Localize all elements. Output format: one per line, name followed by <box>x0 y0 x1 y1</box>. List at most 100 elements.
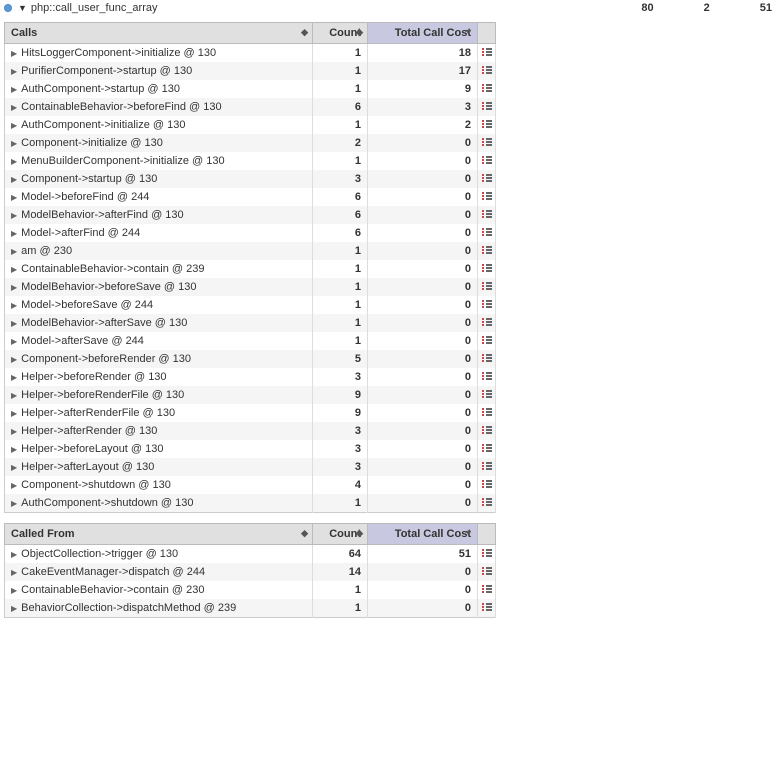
source-lines-icon[interactable] <box>482 210 492 218</box>
source-icon-cell[interactable] <box>478 386 496 404</box>
source-lines-icon[interactable] <box>482 426 492 434</box>
source-icon-cell[interactable] <box>478 599 496 618</box>
call-name[interactable]: ▶Model->afterSave @ 244 <box>5 332 313 350</box>
sort-icon[interactable]: ◆ <box>301 27 308 38</box>
calls-header-name[interactable]: Calls◆ <box>5 23 313 44</box>
source-icon-cell[interactable] <box>478 350 496 368</box>
expand-icon[interactable]: ▶ <box>11 586 17 595</box>
call-name[interactable]: ▶Helper->afterRender @ 130 <box>5 422 313 440</box>
call-name[interactable]: ▶HitsLoggerComponent->initialize @ 130 <box>5 44 313 63</box>
sort-icon[interactable]: ◆ <box>356 27 363 38</box>
expand-icon[interactable]: ▶ <box>11 139 17 148</box>
call-name[interactable]: ▶PurifierComponent->startup @ 130 <box>5 62 313 80</box>
source-icon-cell[interactable] <box>478 422 496 440</box>
call-name[interactable]: ▶Helper->beforeRender @ 130 <box>5 368 313 386</box>
expand-icon[interactable]: ▶ <box>11 229 17 238</box>
source-lines-icon[interactable] <box>482 354 492 362</box>
source-lines-icon[interactable] <box>482 156 492 164</box>
call-name[interactable]: ▶ModelBehavior->beforeSave @ 130 <box>5 278 313 296</box>
table-row[interactable]: ▶Model->afterFind @ 24460 <box>5 224 496 242</box>
call-name[interactable]: ▶ContainableBehavior->beforeFind @ 130 <box>5 98 313 116</box>
call-name[interactable]: ▶BehaviorCollection->dispatchMethod @ 23… <box>5 599 313 618</box>
expand-icon[interactable]: ▶ <box>11 121 17 130</box>
source-icon-cell[interactable] <box>478 332 496 350</box>
table-row[interactable]: ▶Model->afterSave @ 24410 <box>5 332 496 350</box>
source-lines-icon[interactable] <box>482 66 492 74</box>
source-lines-icon[interactable] <box>482 498 492 506</box>
table-row[interactable]: ▶MenuBuilderComponent->initialize @ 1301… <box>5 152 496 170</box>
expand-icon[interactable]: ▶ <box>11 355 17 364</box>
expand-icon[interactable]: ▶ <box>11 409 17 418</box>
table-row[interactable]: ▶Component->initialize @ 13020 <box>5 134 496 152</box>
table-row[interactable]: ▶ObjectCollection->trigger @ 1306451 <box>5 545 496 564</box>
call-name[interactable]: ▶Helper->afterLayout @ 130 <box>5 458 313 476</box>
source-icon-cell[interactable] <box>478 314 496 332</box>
source-icon-cell[interactable] <box>478 116 496 134</box>
sort-desc-icon[interactable]: ▼ <box>464 27 473 37</box>
expand-icon[interactable]: ▶ <box>11 550 17 559</box>
calls-header-count[interactable]: Count◆ <box>313 23 368 44</box>
call-name[interactable]: ▶Model->beforeFind @ 244 <box>5 188 313 206</box>
call-name[interactable]: ▶MenuBuilderComponent->initialize @ 130 <box>5 152 313 170</box>
expand-icon[interactable]: ▶ <box>11 427 17 436</box>
call-name[interactable]: ▶ContainableBehavior->contain @ 230 <box>5 581 313 599</box>
source-lines-icon[interactable] <box>482 102 492 110</box>
expand-icon[interactable]: ▶ <box>11 193 17 202</box>
table-row[interactable]: ▶Component->startup @ 13030 <box>5 170 496 188</box>
expand-icon[interactable]: ▶ <box>11 85 17 94</box>
call-name[interactable]: ▶Component->shutdown @ 130 <box>5 476 313 494</box>
table-row[interactable]: ▶ContainableBehavior->contain @ 23910 <box>5 260 496 278</box>
expand-icon[interactable]: ▶ <box>11 463 17 472</box>
source-lines-icon[interactable] <box>482 282 492 290</box>
source-lines-icon[interactable] <box>482 336 492 344</box>
source-lines-icon[interactable] <box>482 174 492 182</box>
expand-icon[interactable]: ▶ <box>11 67 17 76</box>
call-name[interactable]: ▶Component->initialize @ 130 <box>5 134 313 152</box>
source-icon-cell[interactable] <box>478 458 496 476</box>
source-lines-icon[interactable] <box>482 462 492 470</box>
source-icon-cell[interactable] <box>478 440 496 458</box>
expand-icon[interactable]: ▶ <box>11 247 17 256</box>
expand-icon[interactable]: ▶ <box>11 481 17 490</box>
table-row[interactable]: ▶Helper->afterLayout @ 13030 <box>5 458 496 476</box>
source-lines-icon[interactable] <box>482 48 492 56</box>
table-row[interactable]: ▶ModelBehavior->afterFind @ 13060 <box>5 206 496 224</box>
expand-icon[interactable]: ▶ <box>11 49 17 58</box>
source-lines-icon[interactable] <box>482 390 492 398</box>
table-row[interactable]: ▶AuthComponent->initialize @ 13012 <box>5 116 496 134</box>
source-lines-icon[interactable] <box>482 228 492 236</box>
source-lines-icon[interactable] <box>482 120 492 128</box>
table-row[interactable]: ▶Component->beforeRender @ 13050 <box>5 350 496 368</box>
source-icon-cell[interactable] <box>478 188 496 206</box>
call-name[interactable]: ▶Model->beforeSave @ 244 <box>5 296 313 314</box>
collapse-icon[interactable]: ▼ <box>18 3 27 13</box>
call-name[interactable]: ▶am @ 230 <box>5 242 313 260</box>
source-lines-icon[interactable] <box>482 318 492 326</box>
source-icon-cell[interactable] <box>478 278 496 296</box>
table-row[interactable]: ▶Model->beforeFind @ 24460 <box>5 188 496 206</box>
source-icon-cell[interactable] <box>478 404 496 422</box>
source-icon-cell[interactable] <box>478 134 496 152</box>
table-row[interactable]: ▶Helper->afterRenderFile @ 13090 <box>5 404 496 422</box>
calledfrom-header-name[interactable]: Called From◆ <box>5 524 313 545</box>
source-icon-cell[interactable] <box>478 494 496 513</box>
expand-icon[interactable]: ▶ <box>11 175 17 184</box>
source-lines-icon[interactable] <box>482 549 492 557</box>
call-name[interactable]: ▶ModelBehavior->afterSave @ 130 <box>5 314 313 332</box>
expand-icon[interactable]: ▶ <box>11 499 17 508</box>
expand-icon[interactable]: ▶ <box>11 568 17 577</box>
source-lines-icon[interactable] <box>482 264 492 272</box>
expand-icon[interactable]: ▶ <box>11 211 17 220</box>
source-lines-icon[interactable] <box>482 408 492 416</box>
sort-desc-icon[interactable]: ▼ <box>464 528 473 538</box>
call-name[interactable]: ▶Helper->beforeLayout @ 130 <box>5 440 313 458</box>
call-name[interactable]: ▶ContainableBehavior->contain @ 239 <box>5 260 313 278</box>
call-name[interactable]: ▶Helper->afterRenderFile @ 130 <box>5 404 313 422</box>
source-icon-cell[interactable] <box>478 242 496 260</box>
table-row[interactable]: ▶PurifierComponent->startup @ 130117 <box>5 62 496 80</box>
expand-icon[interactable]: ▶ <box>11 391 17 400</box>
source-lines-icon[interactable] <box>482 246 492 254</box>
table-row[interactable]: ▶AuthComponent->shutdown @ 13010 <box>5 494 496 513</box>
source-lines-icon[interactable] <box>482 84 492 92</box>
table-row[interactable]: ▶Model->beforeSave @ 24410 <box>5 296 496 314</box>
